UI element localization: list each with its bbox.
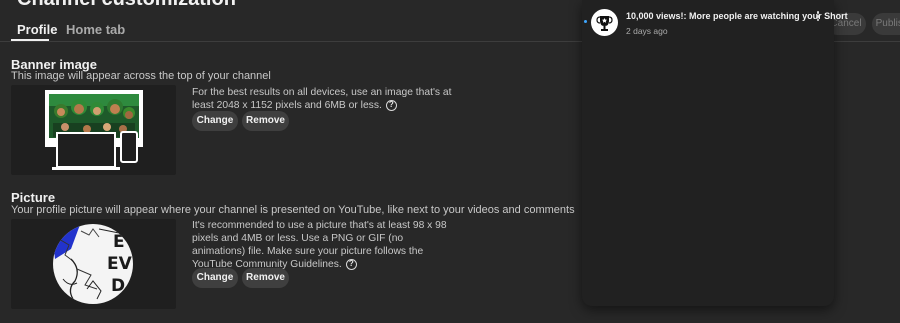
notifications-panel: 10,000 views!: More people are watching … bbox=[582, 0, 848, 306]
banner-section-subtitle: This image will appear across the top of… bbox=[11, 70, 271, 82]
svg-text:D: D bbox=[111, 276, 125, 296]
trophy-icon bbox=[596, 16, 613, 31]
tab-home[interactable]: Home tab bbox=[66, 22, 125, 37]
picture-help-text: It's recommended to use a picture that's… bbox=[192, 219, 447, 271]
svg-text:E: E bbox=[113, 232, 125, 252]
banner-preview bbox=[11, 85, 176, 175]
unread-dot bbox=[584, 20, 587, 23]
help-icon[interactable]: ? bbox=[385, 99, 397, 111]
tab-profile[interactable]: Profile bbox=[17, 22, 57, 37]
phone-frame bbox=[120, 131, 138, 163]
picture-section-title: Picture bbox=[11, 190, 56, 205]
banner-change-button[interactable]: Change bbox=[192, 111, 238, 131]
picture-help-line: animations) file. Make sure your picture… bbox=[192, 246, 424, 257]
picture-help-line: pixels and 4MB or less. Use a PNG or GIF… bbox=[192, 233, 404, 244]
active-tab-indicator bbox=[11, 39, 49, 41]
picture-help-line: It's recommended to use a picture that's… bbox=[192, 220, 447, 231]
device-mockup-image bbox=[45, 90, 143, 170]
notification-avatar[interactable] bbox=[591, 9, 618, 36]
picture-change-button[interactable]: Change bbox=[192, 268, 238, 288]
notification-time: 2 days ago bbox=[626, 26, 668, 36]
svg-text:EV: EV bbox=[107, 254, 133, 274]
banner-help-line: For the best results on all devices, use… bbox=[192, 87, 452, 98]
banner-help-line: least 2048 x 1152 pixels and 6MB or less… bbox=[192, 100, 382, 111]
page-title: Channel customization bbox=[17, 0, 236, 11]
banner-remove-button[interactable]: Remove bbox=[242, 111, 289, 131]
picture-remove-button[interactable]: Remove bbox=[242, 268, 289, 288]
picture-section-subtitle: Your profile picture will appear where y… bbox=[11, 204, 575, 216]
laptop-frame bbox=[56, 132, 116, 168]
more-options-icon[interactable] bbox=[814, 10, 822, 24]
banner-help-text: For the best results on all devices, use… bbox=[192, 86, 452, 112]
profile-picture-image: E EV D bbox=[53, 224, 133, 304]
help-icon[interactable]: ? bbox=[345, 258, 357, 270]
picture-preview: E EV D bbox=[11, 219, 176, 309]
notification-title[interactable]: 10,000 views!: More people are watching … bbox=[626, 11, 848, 21]
